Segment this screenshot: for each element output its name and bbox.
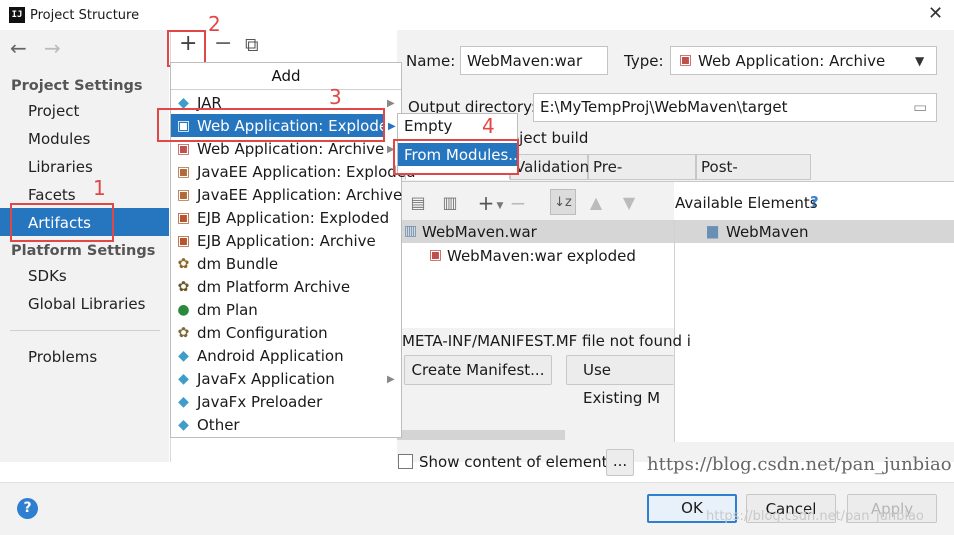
menu-item-web-application-archive[interactable]: Web Application: Archive bbox=[197, 139, 384, 159]
forward-arrow-icon[interactable]: → bbox=[44, 38, 61, 58]
javaee-icon: ▣ bbox=[176, 187, 191, 203]
back-arrow-icon[interactable]: ← bbox=[10, 38, 27, 58]
tab-post-processing[interactable]: Post-processing bbox=[696, 154, 811, 200]
sidebar-divider bbox=[10, 330, 160, 331]
sidebar-item-project[interactable]: Project bbox=[28, 101, 79, 121]
dm-platform-icon: ✿ bbox=[177, 279, 190, 295]
annotation-number-4: 4 bbox=[482, 114, 495, 138]
menu-item-javafx-preloader[interactable]: JavaFx Preloader bbox=[197, 392, 322, 412]
help-circle-icon[interactable]: ? bbox=[17, 498, 38, 519]
name-label: Name: bbox=[406, 52, 456, 70]
sidebar-item-facets[interactable]: Facets bbox=[28, 185, 76, 205]
tree-root-item[interactable]: WebMaven.war bbox=[422, 222, 537, 242]
menu-item-ejb-application-exploded[interactable]: EJB Application: Exploded bbox=[197, 208, 389, 228]
annotation-number-2: 2 bbox=[208, 12, 221, 36]
horizontal-scrollbar[interactable] bbox=[397, 430, 565, 440]
dm-plan-icon: ● bbox=[177, 302, 190, 318]
menu-item-dm-platform-archive[interactable]: dm Platform Archive bbox=[197, 277, 350, 297]
tree-child-item[interactable]: WebMaven:war exploded bbox=[447, 246, 636, 266]
available-item-webmaven[interactable]: WebMaven bbox=[726, 222, 808, 242]
annotation-box-4 bbox=[393, 139, 519, 175]
title-bar bbox=[0, 0, 954, 31]
web-app-icon: ▣ bbox=[678, 52, 693, 68]
new-folder-icon[interactable]: ▤ bbox=[408, 193, 428, 213]
submenu-arrow-icon: ▶ bbox=[387, 98, 395, 109]
sidebar-item-global-libraries[interactable]: Global Libraries bbox=[28, 294, 145, 314]
menu-divider bbox=[171, 89, 401, 90]
menu-item-dm-configuration[interactable]: dm Configuration bbox=[197, 323, 328, 343]
add-dropdown-icon[interactable]: ▼ bbox=[490, 196, 510, 216]
menu-item-javaee-application-archive[interactable]: JavaEE Application: Archive bbox=[197, 185, 402, 205]
menu-item-dm-bundle[interactable]: dm Bundle bbox=[197, 254, 278, 274]
help-icon[interactable]: ? bbox=[810, 192, 819, 212]
annotation-box-1 bbox=[10, 203, 114, 242]
intellij-app-icon: IJ bbox=[9, 7, 25, 23]
tab-pre-processing[interactable]: Pre-processing bbox=[588, 154, 696, 200]
create-manifest-button[interactable]: Create Manifest... bbox=[404, 355, 552, 385]
submenu-arrow-icon: ▶ bbox=[388, 121, 396, 132]
web-app-icon: ▣ bbox=[428, 247, 443, 263]
type-label: Type: bbox=[624, 52, 664, 70]
menu-item-android-application[interactable]: Android Application bbox=[197, 346, 344, 366]
close-icon[interactable]: ✕ bbox=[928, 4, 943, 24]
javaee-icon: ▣ bbox=[176, 164, 191, 180]
web-app-icon: ▣ bbox=[176, 141, 191, 157]
menu-item-dm-plan[interactable]: dm Plan bbox=[197, 300, 258, 320]
diamond-icon: ◆ bbox=[178, 417, 189, 433]
move-up-icon[interactable]: ▲ bbox=[586, 193, 606, 213]
sort-icon: ↓z bbox=[554, 195, 572, 210]
use-existing-manifest-button[interactable]: Use Existing M bbox=[566, 355, 674, 407]
war-archive-icon: ▥ bbox=[403, 223, 418, 239]
add-menu-header: Add bbox=[271, 67, 301, 85]
sidebar-item-modules[interactable]: Modules bbox=[28, 129, 90, 149]
copy-icon[interactable]: ⧉ bbox=[245, 35, 259, 55]
menu-item-other[interactable]: Other bbox=[197, 415, 240, 435]
menu-item-javafx-application[interactable]: JavaFx Application bbox=[197, 369, 335, 389]
chevron-down-icon[interactable]: ▼ bbox=[915, 51, 924, 71]
show-content-options-button[interactable]: ... bbox=[606, 449, 634, 476]
dm-config-icon: ✿ bbox=[177, 325, 190, 341]
project-settings-header: Project Settings bbox=[11, 78, 143, 94]
diamond-icon: ◆ bbox=[178, 394, 189, 410]
annotation-number-1: 1 bbox=[93, 176, 106, 200]
available-elements-label: Available Elements bbox=[675, 194, 818, 212]
name-input-value: WebMaven:war bbox=[467, 52, 583, 70]
folder-icon[interactable]: ▭ bbox=[913, 97, 927, 117]
manifest-warning: META-INF/MANIFEST.MF file not found i bbox=[402, 332, 691, 350]
submenu-item-empty[interactable]: Empty bbox=[404, 116, 452, 136]
remove-icon[interactable]: − bbox=[214, 33, 232, 55]
diamond-icon: ◆ bbox=[178, 371, 189, 387]
ejb-icon: ▣ bbox=[176, 210, 191, 226]
watermark-small: https://blog.csdn.net/pan_junbiao bbox=[706, 509, 924, 524]
output-directory-value: E:\MyTempProj\WebMaven\target bbox=[540, 98, 788, 116]
annotation-box-3 bbox=[157, 108, 385, 142]
submenu-arrow-icon: ▶ bbox=[387, 374, 395, 385]
annotation-number-3: 3 bbox=[329, 85, 342, 109]
diamond-icon: ◆ bbox=[178, 348, 189, 364]
window-title: Project Structure bbox=[30, 8, 140, 23]
ejb-icon: ▣ bbox=[176, 233, 191, 249]
archive-icon[interactable]: ▥ bbox=[440, 193, 460, 213]
remove-element-icon[interactable]: − bbox=[508, 193, 528, 213]
sidebar-item-libraries[interactable]: Libraries bbox=[28, 157, 93, 177]
platform-settings-header: Platform Settings bbox=[11, 243, 156, 259]
menu-item-ejb-application-archive[interactable]: EJB Application: Archive bbox=[197, 231, 376, 251]
sidebar-item-problems[interactable]: Problems bbox=[28, 347, 97, 367]
show-content-checkbox[interactable] bbox=[398, 454, 413, 469]
show-content-label: Show content of elements bbox=[419, 453, 616, 471]
sidebar-item-sdks[interactable]: SDKs bbox=[28, 266, 67, 286]
move-down-icon[interactable]: ▼ bbox=[619, 193, 639, 213]
dm-bundle-icon: ✿ bbox=[177, 256, 190, 272]
menu-item-javaee-application-exploded[interactable]: JavaEE Application: Exploded bbox=[197, 162, 416, 182]
watermark-text: https://blog.csdn.net/pan_junbiao bbox=[647, 454, 952, 475]
type-select-value: Web Application: Archive bbox=[698, 52, 886, 70]
module-folder-icon: ▆ bbox=[707, 223, 718, 239]
